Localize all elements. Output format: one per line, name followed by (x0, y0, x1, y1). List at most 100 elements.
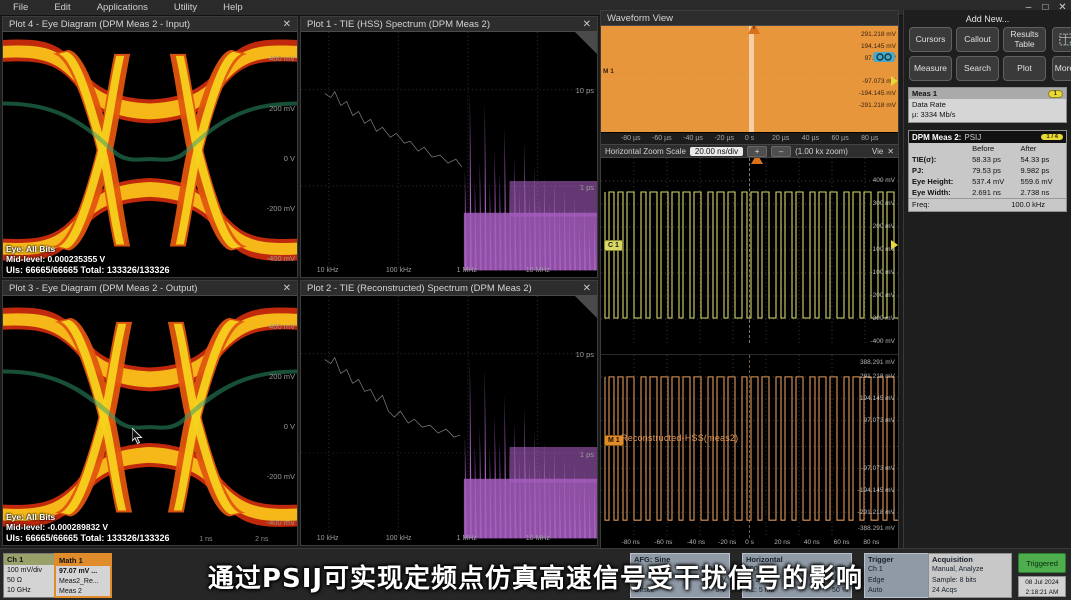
dpm-pill[interactable]: 1 / 4 (1041, 134, 1063, 140)
meas-1-line1: Data Rate (912, 100, 1063, 110)
overview-zoom-box-icon[interactable] (872, 50, 896, 64)
menu-item-applications[interactable]: Applications (84, 0, 161, 16)
meas-1-pill[interactable]: 1 (1048, 90, 1063, 98)
plot-eye-output-body[interactable]: 400 mV 200 mV 0 V -200 mV -400 mV Eye: A… (3, 296, 297, 545)
zoom-scale-value[interactable]: 20.00 ns/div (690, 147, 743, 156)
add-callout-button[interactable]: Callout (956, 27, 999, 52)
plot-spec-hss-title: Plot 1 - TIE (HSS) Spectrum (DPM Meas 2) (307, 19, 490, 30)
close-icon[interactable]: ✕ (887, 147, 894, 156)
spec-recon-xlabel-3: 10 MHz (526, 535, 550, 542)
ch1-row-1: 50 Ω (7, 576, 57, 586)
afg-settings-badge[interactable]: AFG: Sine F: 100 kHz A: 500 mV Offset: 0… (630, 553, 730, 598)
horizontal-settings-badge[interactable]: Horizontal 500 ps 200 µs IT: 2.5 G 400 k… (742, 553, 852, 598)
waveform-view-titlebar[interactable]: Waveform View (601, 11, 898, 26)
add-results-table-button[interactable]: Results Table (1003, 27, 1046, 52)
meas-1-title: Meas 1 (912, 89, 937, 98)
waveform-overview[interactable]: T 291.218 mV 194.145 mV 97.072 mV -97.07… (601, 26, 898, 132)
table-row: Eye Width: 2.691 ns 2.738 ns (909, 187, 1066, 198)
zoom-increase-button[interactable]: + (747, 146, 767, 157)
overview-math-badge[interactable]: M 1 (603, 68, 614, 75)
overview-xlabel-3: -20 µs (714, 135, 734, 142)
spec-hss-xlabel-3: 10 MHz (526, 267, 550, 274)
spec-recon-xlabel-1: 100 kHz (386, 535, 412, 542)
menu-item-edit[interactable]: Edit (41, 0, 83, 16)
meas-1-badge[interactable]: Meas 1 1 Data Rate µ: 3334 Mb/s (908, 87, 1067, 123)
overview-cursor[interactable] (749, 26, 754, 132)
close-icon[interactable]: ✕ (583, 283, 597, 294)
close-icon[interactable]: ✕ (283, 19, 297, 30)
zoom-math1-ylabel-7: -388.291 mV (858, 525, 895, 532)
math1-title: Math 1 (56, 555, 110, 566)
zoom-ch1-center-cursor[interactable] (749, 158, 750, 343)
zoom-pane-ch1[interactable]: C 1 400 mV 300 mV 200 mV 100 mV -100 mV … (601, 158, 898, 354)
add-cursors-button[interactable]: Cursors (909, 27, 952, 52)
eye-output-ylabel-2: 0 V (284, 422, 295, 431)
close-icon[interactable]: ✕ (583, 19, 597, 30)
trigger-marker-t[interactable]: T (746, 26, 762, 34)
add-new-button-grid: Cursors Callout Results Table Measure Se… (904, 27, 1071, 81)
math1-row-1: Meas2_Re... (59, 577, 107, 587)
eye-diagram-input-canvas (3, 32, 297, 277)
zoom-trigger-marker[interactable] (749, 158, 765, 164)
plot-eye-input-titlebar[interactable]: Plot 4 - Eye Diagram (DPM Meas 2 - Input… (3, 17, 297, 32)
zoom-view-label[interactable]: Vie (872, 147, 883, 156)
plot-eye-input-body[interactable]: 400 mV 200 mV 0 V -200 mV -400 mV Eye: A… (3, 32, 297, 277)
spec-hss-xlabel-0: 10 kHz (317, 267, 339, 274)
date-time-display: 08 Jul 2024 2:18:21 AM (1018, 576, 1066, 597)
add-plot-button[interactable]: Plot (1003, 56, 1046, 81)
plot-spec-recon-titlebar[interactable]: Plot 2 - TIE (Reconstructed) Spectrum (D… (301, 281, 597, 296)
horizontal-row-2-key: RL: 5 ms (746, 586, 774, 597)
spec-hss-xaxis: 10 kHz 100 kHz 1 MHz 10 MHz (301, 267, 597, 277)
close-icon[interactable]: ✕ (283, 283, 297, 294)
horizontal-zoom-scale-bar[interactable]: Horizontal Zoom Scale 20.00 ns/div + – (… (601, 144, 898, 158)
plot-spec-hss-body[interactable]: 10 ps 1 ps 10 kHz 100 kHz 1 MHz 10 MHz (301, 32, 597, 277)
overview-vlabel-4: -194.145 mV (859, 88, 896, 100)
results-table-glyph (1059, 33, 1071, 46)
overview-level-cursor-arrow[interactable] (891, 76, 898, 86)
plot-tie-reconstructed-spectrum[interactable]: Plot 2 - TIE (Reconstructed) Spectrum (D… (300, 280, 598, 546)
dpm-row-1-after: 9.982 ps (1018, 165, 1066, 176)
math-1-settings-badge[interactable]: Math 1 97.07 mV ... Meas2_Re... Meas 2 (54, 553, 112, 598)
acquisition-settings-badge[interactable]: Acquisition Manual, Analyze Sample: 8 bi… (928, 553, 1012, 598)
meas-1-rows: Data Rate µ: 3334 Mb/s (909, 99, 1066, 122)
zoom-ch1-ylabel-0: 400 mV (873, 177, 895, 184)
menu-item-help[interactable]: Help (210, 0, 256, 16)
plot-tie-hss-spectrum[interactable]: Plot 1 - TIE (HSS) Spectrum (DPM Meas 2)… (300, 16, 598, 278)
channel-1-settings-badge[interactable]: Ch 1 100 mV/div 50 Ω 10 GHz (3, 553, 61, 598)
add-more-button[interactable]: More... (1052, 56, 1071, 81)
plot-eye-diagram-input[interactable]: Plot 4 - Eye Diagram (DPM Meas 2 - Input… (2, 16, 298, 278)
reconstructed-hss-label: Reconstructed-HSS(meas2) (621, 433, 738, 443)
dpm-results-table: Before After TIE(σ): 58.33 ps 54.33 ps P… (909, 143, 1066, 198)
zoom-xlabel-3: -20 ns (718, 539, 736, 546)
zoom-xlabel-0: -80 ns (622, 539, 640, 546)
afg-row-0: F: 100 kHz (634, 565, 726, 576)
dpm-header[interactable]: DPM Meas 2: PSIJ 1 / 4 (909, 131, 1066, 143)
channel-1-badge[interactable]: C 1 (604, 240, 623, 251)
eye-input-ylabel-0: 400 mV (269, 54, 295, 63)
meas-1-header[interactable]: Meas 1 1 (909, 88, 1066, 99)
overview-xlabel-4: 0 s (745, 135, 754, 142)
spectrum-recon-resize-handle[interactable] (575, 296, 597, 318)
plot-eye-diagram-output[interactable]: Plot 3 - Eye Diagram (DPM Meas 2 - Outpu… (2, 280, 298, 546)
status-badge[interactable]: Triggered (1018, 553, 1066, 573)
dpm-meas-2-results[interactable]: DPM Meas 2: PSIJ 1 / 4 Before After TIE(… (908, 130, 1067, 212)
zoom-math1-center-cursor[interactable] (749, 355, 750, 538)
afg-row-0-key: F: (634, 565, 640, 576)
add-search-button[interactable]: Search (956, 56, 999, 81)
zoom-pane-math1[interactable]: M 1 Reconstructed-HSS(meas2) 388.291 mV … (601, 354, 898, 550)
zoom-decrease-button[interactable]: – (771, 146, 791, 157)
plot-eye-output-titlebar[interactable]: Plot 3 - Eye Diagram (DPM Meas 2 - Outpu… (3, 281, 297, 296)
results-table-icon[interactable] (1052, 27, 1071, 52)
spectrum-hss-resize-handle[interactable] (575, 32, 597, 54)
zoom-ch1-ylabel-4: -100 mV (870, 269, 895, 276)
menu-item-utility[interactable]: Utility (161, 0, 210, 16)
dpm-title: DPM Meas 2: (912, 133, 961, 142)
zoom-xlabel-2: -40 ns (687, 539, 705, 546)
add-measure-button[interactable]: Measure (909, 56, 952, 81)
menu-item-file[interactable]: File (0, 0, 41, 16)
plot-spec-hss-titlebar[interactable]: Plot 1 - TIE (HSS) Spectrum (DPM Meas 2)… (301, 17, 597, 32)
zoom-math1-ylabel-1: 291.218 mV (860, 373, 895, 380)
plot-spec-recon-body[interactable]: 10 ps 1 ps 10 kHz 100 kHz 1 MHz 10 MHz (301, 296, 597, 545)
overview-xlabel-6: 40 µs (802, 135, 819, 142)
waveform-view-panel[interactable]: Waveform View T 291.218 mV 194.145 mV 97… (600, 10, 899, 548)
